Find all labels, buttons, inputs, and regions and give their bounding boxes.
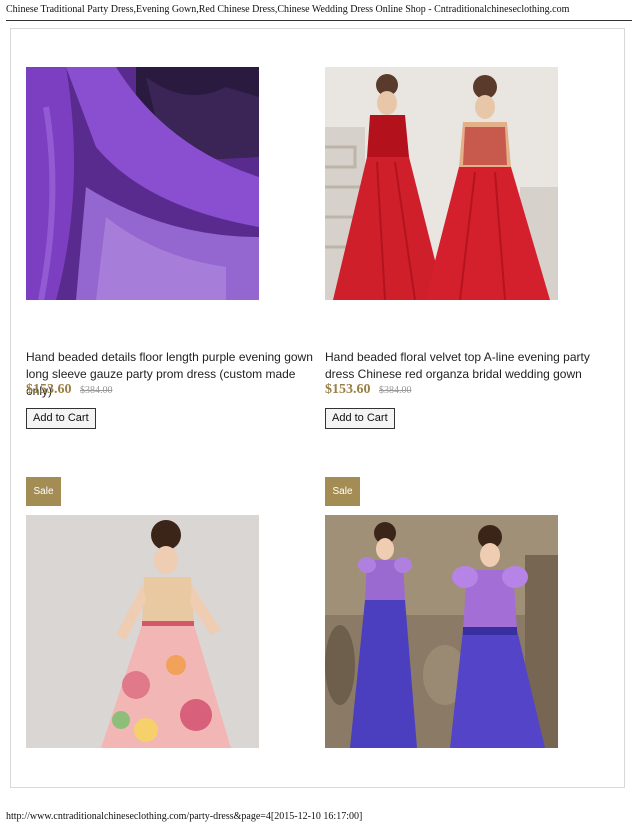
sale-price: $153.60: [325, 382, 371, 397]
original-price: $384.00: [378, 385, 412, 396]
product-title[interactable]: Hand beaded floral velvet top A-line eve…: [325, 349, 615, 383]
page-url-footer: http://www.cntraditionalchineseclothing.…: [6, 811, 363, 822]
purple-satin-dress-photo: [325, 515, 558, 748]
price-row: $153.60 $384.00: [325, 380, 411, 398]
sale-price: $153.60: [26, 382, 72, 397]
red-gown-photo: [325, 67, 558, 300]
product-image-floral-dress[interactable]: [26, 515, 259, 748]
header-divider: [6, 20, 632, 21]
page-title: Chinese Traditional Party Dress,Evening …: [6, 4, 570, 15]
product-image-purple-gown[interactable]: [26, 67, 259, 300]
product-grid: Hand beaded details floor length purple …: [10, 28, 625, 788]
floral-dress-photo: [26, 515, 259, 748]
original-price: $384.00: [79, 385, 113, 396]
sale-badge: Sale: [325, 477, 360, 506]
add-to-cart-button[interactable]: Add to Cart: [26, 408, 96, 429]
add-to-cart-button[interactable]: Add to Cart: [325, 408, 395, 429]
price-row: $153.60 $384.00: [26, 380, 112, 398]
product-image-red-gown[interactable]: [325, 67, 558, 300]
purple-gown-photo: [26, 67, 259, 300]
sale-badge: Sale: [26, 477, 61, 506]
product-image-purple-satin-dress[interactable]: [325, 515, 558, 748]
